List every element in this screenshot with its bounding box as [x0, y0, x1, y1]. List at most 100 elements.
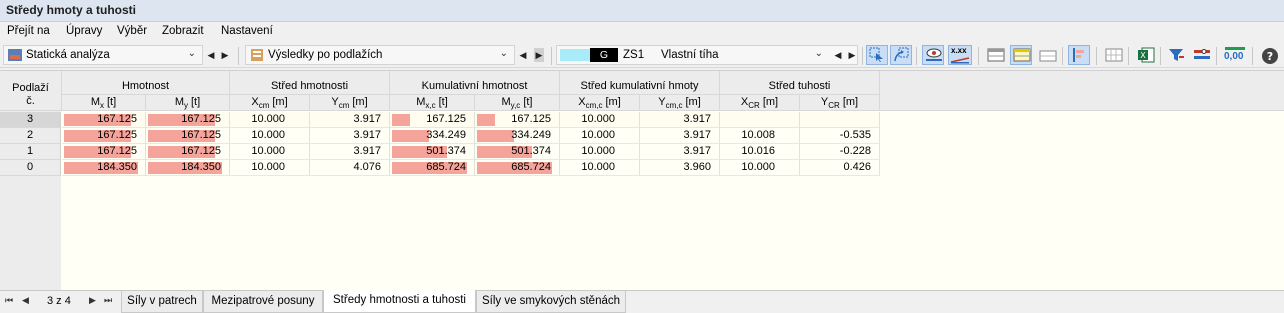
cell-myc[interactable]: 501.374	[475, 144, 560, 160]
storey-number[interactable]: 0	[0, 160, 61, 176]
cell-myc[interactable]: 685.724	[475, 160, 560, 176]
table-view-button[interactable]	[984, 45, 1006, 65]
filter-rows-button[interactable]	[1010, 45, 1032, 65]
group-header-stred-kumulativni-hmoty: Střed kumulativní hmoty	[560, 71, 720, 95]
cell-xcmc[interactable]: 10.000	[560, 128, 640, 144]
cell-ycr[interactable]: 0.426	[800, 160, 880, 176]
select-in-model-button[interactable]	[866, 45, 888, 65]
table-options-button[interactable]	[1036, 45, 1058, 65]
cell-ycmc[interactable]: 3.960	[640, 160, 720, 176]
cell-ycmc[interactable]: 3.917	[640, 144, 720, 160]
result-values-button[interactable]: x.xx	[948, 45, 972, 65]
cell-ycmc[interactable]: 3.917	[640, 128, 720, 144]
show-results-button[interactable]	[922, 45, 944, 65]
column-subscript: CR	[828, 101, 840, 111]
tab-sily-v-patrech[interactable]: Síly v patrech	[121, 291, 203, 313]
first-page-button[interactable]: ⏮	[5, 295, 13, 306]
next-loadcase-button[interactable]: ▶	[847, 48, 857, 62]
analysis-select[interactable]: Statická analýza ⌄	[3, 45, 203, 65]
cell-myc[interactable]: 334.249	[475, 128, 560, 144]
analysis-icon	[8, 49, 22, 61]
cell-xcr[interactable]: 10.016	[720, 144, 800, 160]
cell-mxc[interactable]: 685.724	[390, 160, 475, 176]
menu-prejit-na[interactable]: Přejít na	[7, 25, 50, 37]
column-unit: [m]	[352, 96, 368, 108]
cell-xcr[interactable]: 10.008	[720, 128, 800, 144]
filter-button[interactable]	[1164, 45, 1186, 65]
cell-my[interactable]: 167.125	[146, 144, 230, 160]
cell-ycm[interactable]: 4.076	[310, 160, 390, 176]
storey-header-sub: č.	[26, 95, 35, 107]
cell-xcr[interactable]	[720, 112, 800, 128]
last-page-button[interactable]: ⏭	[104, 295, 112, 306]
color-scale-button[interactable]	[1190, 45, 1212, 65]
loadcase-select[interactable]: G ZS1 Vlastní tíha ⌄	[556, 45, 858, 65]
cell-ycm[interactable]: 3.917	[310, 128, 390, 144]
svg-text:?: ?	[1267, 50, 1273, 63]
cell-my[interactable]: 184.350	[146, 160, 230, 176]
menu-upravy[interactable]: Úpravy	[66, 25, 102, 37]
cell-xcm[interactable]: 10.000	[230, 144, 310, 160]
cell-xcr[interactable]: 10.000	[720, 160, 800, 176]
jump-to-model-button[interactable]	[890, 45, 912, 65]
column-symbol: M	[174, 96, 184, 108]
window-titlebar: Středy hmoty a tuhosti	[0, 0, 1284, 22]
cell-mx[interactable]: 167.125	[62, 112, 146, 128]
cell-ycmc[interactable]: 3.917	[640, 112, 720, 128]
cell-xcmc[interactable]: 10.000	[560, 112, 640, 128]
bar-chart-toggle-button[interactable]	[1068, 45, 1090, 65]
menu-vyber[interactable]: Výběr	[117, 25, 147, 37]
storey-number[interactable]: 1	[0, 144, 61, 160]
menu-zobrazit[interactable]: Zobrazit	[162, 25, 204, 37]
cell-value: 10.000	[251, 113, 285, 125]
chevron-down-icon: ⌄	[499, 48, 508, 59]
prev-page-button[interactable]: ◀	[22, 295, 29, 306]
storey-number[interactable]: 2	[0, 128, 61, 144]
next-page-button[interactable]: ▶	[89, 295, 96, 306]
help-button[interactable]: ?	[1258, 45, 1280, 65]
cell-ycr[interactable]: -0.535	[800, 128, 880, 144]
cell-xcmc[interactable]: 10.000	[560, 144, 640, 160]
toolbar-separator	[1252, 47, 1253, 65]
cell-value: 10.000	[581, 113, 615, 125]
menu-nastaveni[interactable]: Nastavení	[221, 25, 273, 37]
cell-ycm[interactable]: 3.917	[310, 144, 390, 160]
color-scale-icon	[1194, 49, 1210, 59]
cell-mx[interactable]: 167.125	[62, 144, 146, 160]
results-select[interactable]: Výsledky po podlažích ⌄	[245, 45, 515, 65]
analysis-select-value: Statická analýza	[26, 49, 110, 61]
prev-results-button[interactable]: ◀	[518, 48, 528, 62]
column-unit: [m]	[842, 96, 859, 108]
cell-mx[interactable]: 167.125	[62, 128, 146, 144]
export-excel-button[interactable]: X	[1134, 45, 1156, 65]
cell-xcm[interactable]: 10.000	[230, 128, 310, 144]
tab-mezipatrove-posuny[interactable]: Mezipatrové posuny	[203, 291, 323, 313]
prev-analysis-button[interactable]: ◀	[206, 48, 216, 62]
cell-ycr[interactable]: -0.228	[800, 144, 880, 160]
tab-sily-ve-smykovych-stenach[interactable]: Síly ve smykových stěnách	[476, 291, 626, 313]
cell-mxc[interactable]: 334.249	[390, 128, 475, 144]
cell-my[interactable]: 167.125	[146, 112, 230, 128]
cell-ycm[interactable]: 3.917	[310, 112, 390, 128]
column-subscript: cm	[338, 101, 350, 111]
storey-number[interactable]: 3	[0, 112, 61, 128]
cell-xcm[interactable]: 10.000	[230, 160, 310, 176]
cell-my[interactable]: 167.125	[146, 128, 230, 144]
decimal-places-button[interactable]: 0,00	[1222, 45, 1248, 65]
cell-ycr[interactable]	[800, 112, 880, 128]
column-header-xcr: XCR [m]	[720, 95, 800, 111]
cell-value: 3.917	[683, 129, 711, 141]
column-unit: [t]	[107, 96, 117, 108]
cell-mxc[interactable]: 501.374	[390, 144, 475, 160]
prev-loadcase-button[interactable]: ◀	[833, 48, 843, 62]
cell-mxc[interactable]: 167.125	[390, 112, 475, 128]
cell-myc[interactable]: 167.125	[475, 112, 560, 128]
cell-xcm[interactable]: 10.000	[230, 112, 310, 128]
tab-stredy-hmotnosti-a-tuhosti[interactable]: Středy hmotnosti a tuhosti	[323, 290, 476, 313]
columns-button[interactable]	[1102, 45, 1124, 65]
toolbar-separator	[551, 47, 552, 65]
cell-mx[interactable]: 184.350	[62, 160, 146, 176]
next-results-button[interactable]: ▶	[534, 48, 544, 62]
cell-xcmc[interactable]: 10.000	[560, 160, 640, 176]
next-analysis-button[interactable]: ▶	[220, 48, 230, 62]
